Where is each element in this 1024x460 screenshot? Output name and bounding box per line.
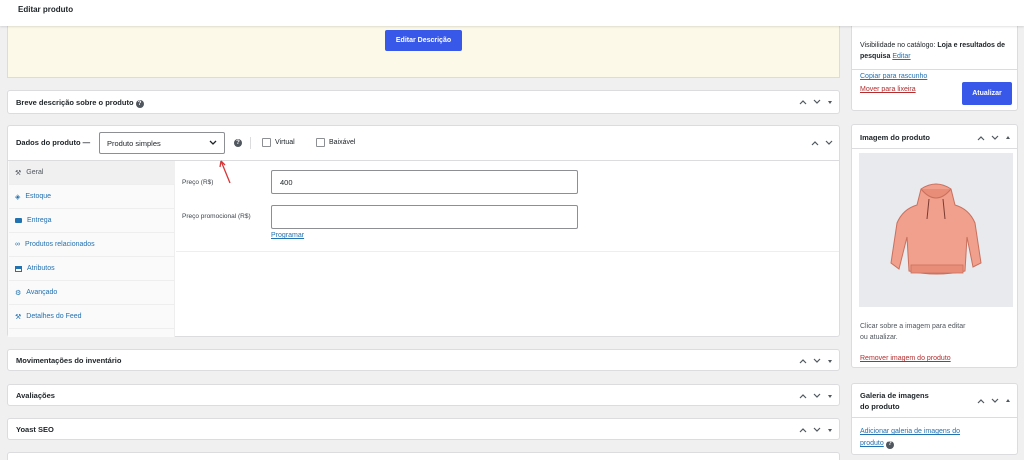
yoast-seo-title: Yoast SEO bbox=[16, 425, 54, 434]
product-data-tabs: ⚒ Geral ◈ Estoque Entrega ∞ Produtos rel… bbox=[8, 161, 175, 337]
product-gallery-box: Galeria de imagens do produto Adicionar … bbox=[851, 383, 1018, 455]
tab-entrega[interactable]: Entrega bbox=[9, 209, 175, 233]
edit-description-button[interactable]: Editar Descrição bbox=[385, 30, 462, 51]
product-type-value: Produto simples bbox=[107, 138, 161, 148]
wrench-icon: ⚒ bbox=[15, 313, 22, 321]
chevron-down-icon[interactable] bbox=[813, 99, 821, 105]
box-controls bbox=[977, 135, 1011, 141]
add-gallery-images-link-cont[interactable]: produto bbox=[860, 440, 884, 447]
price-input[interactable]: 400 bbox=[271, 170, 578, 194]
product-image-title: Imagem do produto bbox=[860, 133, 930, 142]
inventory-moves-title: Movimentações do inventário bbox=[16, 356, 122, 365]
help-icon[interactable]: ? bbox=[135, 100, 144, 108]
wrench-icon: ⚒ bbox=[15, 169, 22, 177]
chevron-down-icon[interactable] bbox=[813, 393, 821, 399]
page-header: Editar produto bbox=[0, 0, 1024, 26]
annotation-arrow bbox=[219, 160, 231, 184]
truck-icon bbox=[15, 218, 22, 223]
general-panel: Preço (R$) 400 Preço promocional (R$) Pr… bbox=[176, 161, 839, 252]
chevron-up-icon[interactable] bbox=[977, 135, 985, 141]
remove-product-image-link[interactable]: Remover imagem do produto bbox=[860, 355, 951, 362]
divider bbox=[250, 137, 251, 149]
reviews-title: Avaliações bbox=[16, 391, 55, 400]
toggle-arrow-icon[interactable] bbox=[827, 393, 833, 399]
downloadable-checkbox[interactable] bbox=[316, 138, 325, 147]
downloadable-checkbox-label[interactable]: Baixável bbox=[316, 138, 355, 147]
tab-estoque[interactable]: ◈ Estoque bbox=[9, 185, 175, 209]
tab-avancado[interactable]: ⚙ Avançado bbox=[9, 281, 175, 305]
chevron-down-icon[interactable] bbox=[991, 135, 999, 141]
chevron-up-icon[interactable] bbox=[799, 99, 807, 105]
divider bbox=[852, 417, 1017, 418]
sale-price-label: Preço promocional (R$) bbox=[182, 213, 251, 220]
chevron-down-icon[interactable] bbox=[813, 427, 821, 433]
link-icon: ∞ bbox=[15, 241, 20, 248]
diamond-icon: ◈ bbox=[15, 193, 21, 201]
virtual-label: Virtual bbox=[275, 139, 295, 146]
product-image[interactable] bbox=[859, 153, 1013, 307]
virtual-checkbox[interactable] bbox=[262, 138, 271, 147]
update-button[interactable]: Atualizar bbox=[962, 82, 1012, 105]
product-image-hint: Clicar sobre a imagem para editar ou atu… bbox=[860, 323, 966, 341]
catalog-visibility-edit-link[interactable]: Editar bbox=[892, 53, 910, 60]
divider bbox=[852, 148, 1017, 149]
tab-produtos-relacionados[interactable]: ∞ Produtos relacionados bbox=[9, 233, 175, 257]
add-gallery-images: Adicionar galeria de imagens do produto … bbox=[860, 426, 960, 449]
toggle-arrow-icon[interactable] bbox=[1005, 398, 1011, 404]
help-icon[interactable]: ? bbox=[234, 139, 242, 147]
virtual-checkbox-label[interactable]: Virtual bbox=[262, 138, 295, 147]
downloadable-label: Baixável bbox=[329, 139, 356, 146]
chevron-up-icon[interactable] bbox=[799, 358, 807, 364]
box-controls bbox=[799, 99, 833, 105]
chevron-up-icon[interactable] bbox=[799, 427, 807, 433]
tab-atributos[interactable]: Atributos bbox=[9, 257, 175, 281]
divider bbox=[852, 69, 1017, 70]
sale-price-input[interactable] bbox=[271, 205, 578, 229]
add-gallery-images-link[interactable]: Adicionar galeria de imagens do bbox=[860, 426, 960, 437]
tab-detalhes-do-feed[interactable]: ⚒ Detalhes do Feed bbox=[9, 305, 175, 329]
chevron-up-icon[interactable] bbox=[811, 140, 819, 146]
chevron-down-icon[interactable] bbox=[991, 398, 999, 404]
move-to-trash-link[interactable]: Mover para lixeira bbox=[860, 86, 916, 93]
yoast-seo-box: Yoast SEO bbox=[7, 418, 840, 440]
table-icon bbox=[15, 265, 22, 272]
box-controls bbox=[811, 140, 833, 146]
box-controls bbox=[977, 398, 1011, 404]
catalog-visibility: Visibilidade no catálogo: Loja e resulta… bbox=[860, 42, 1006, 60]
product-type-select[interactable]: Produto simples bbox=[99, 132, 225, 154]
chevron-up-icon[interactable] bbox=[799, 393, 807, 399]
product-gallery-title: Galeria de imagens do produto bbox=[860, 391, 929, 411]
toggle-arrow-icon[interactable] bbox=[827, 427, 833, 433]
box-controls bbox=[799, 427, 833, 433]
next-metabox bbox=[7, 452, 840, 460]
tab-geral[interactable]: ⚒ Geral bbox=[9, 161, 175, 185]
price-label: Preço (R$) bbox=[182, 179, 214, 186]
help-icon[interactable]: ? bbox=[885, 440, 894, 449]
box-controls bbox=[799, 358, 833, 364]
chevron-down-icon[interactable] bbox=[825, 140, 833, 146]
product-data-box: Dados do produto — Produto simples ? Vir… bbox=[7, 125, 840, 337]
copy-to-draft-link[interactable]: Copiar para rascunho bbox=[860, 73, 927, 80]
schedule-link[interactable]: Programar bbox=[271, 232, 304, 239]
reviews-box: Avaliações bbox=[7, 384, 840, 406]
short-description-title: Breve descrição sobre o produto ? bbox=[16, 98, 144, 108]
toggle-arrow-icon[interactable] bbox=[1005, 135, 1011, 141]
page-title: Editar produto bbox=[18, 5, 74, 14]
product-data-title: Dados do produto — bbox=[16, 138, 91, 147]
description-editor-area: Editar Descrição bbox=[7, 26, 840, 78]
hoodie-image bbox=[890, 183, 982, 275]
chevron-down-icon[interactable] bbox=[813, 358, 821, 364]
chevron-up-icon[interactable] bbox=[977, 398, 985, 404]
box-controls bbox=[799, 393, 833, 399]
toggle-arrow-icon[interactable] bbox=[827, 358, 833, 364]
gear-icon: ⚙ bbox=[15, 289, 22, 297]
product-image-box: Imagem do produto Clicar sobre a imagem … bbox=[851, 124, 1018, 368]
short-description-box: Breve descrição sobre o produto ? bbox=[7, 90, 840, 114]
inventory-moves-box: Movimentações do inventário bbox=[7, 349, 840, 371]
toggle-arrow-icon[interactable] bbox=[827, 99, 833, 105]
chevron-down-icon bbox=[209, 140, 217, 145]
